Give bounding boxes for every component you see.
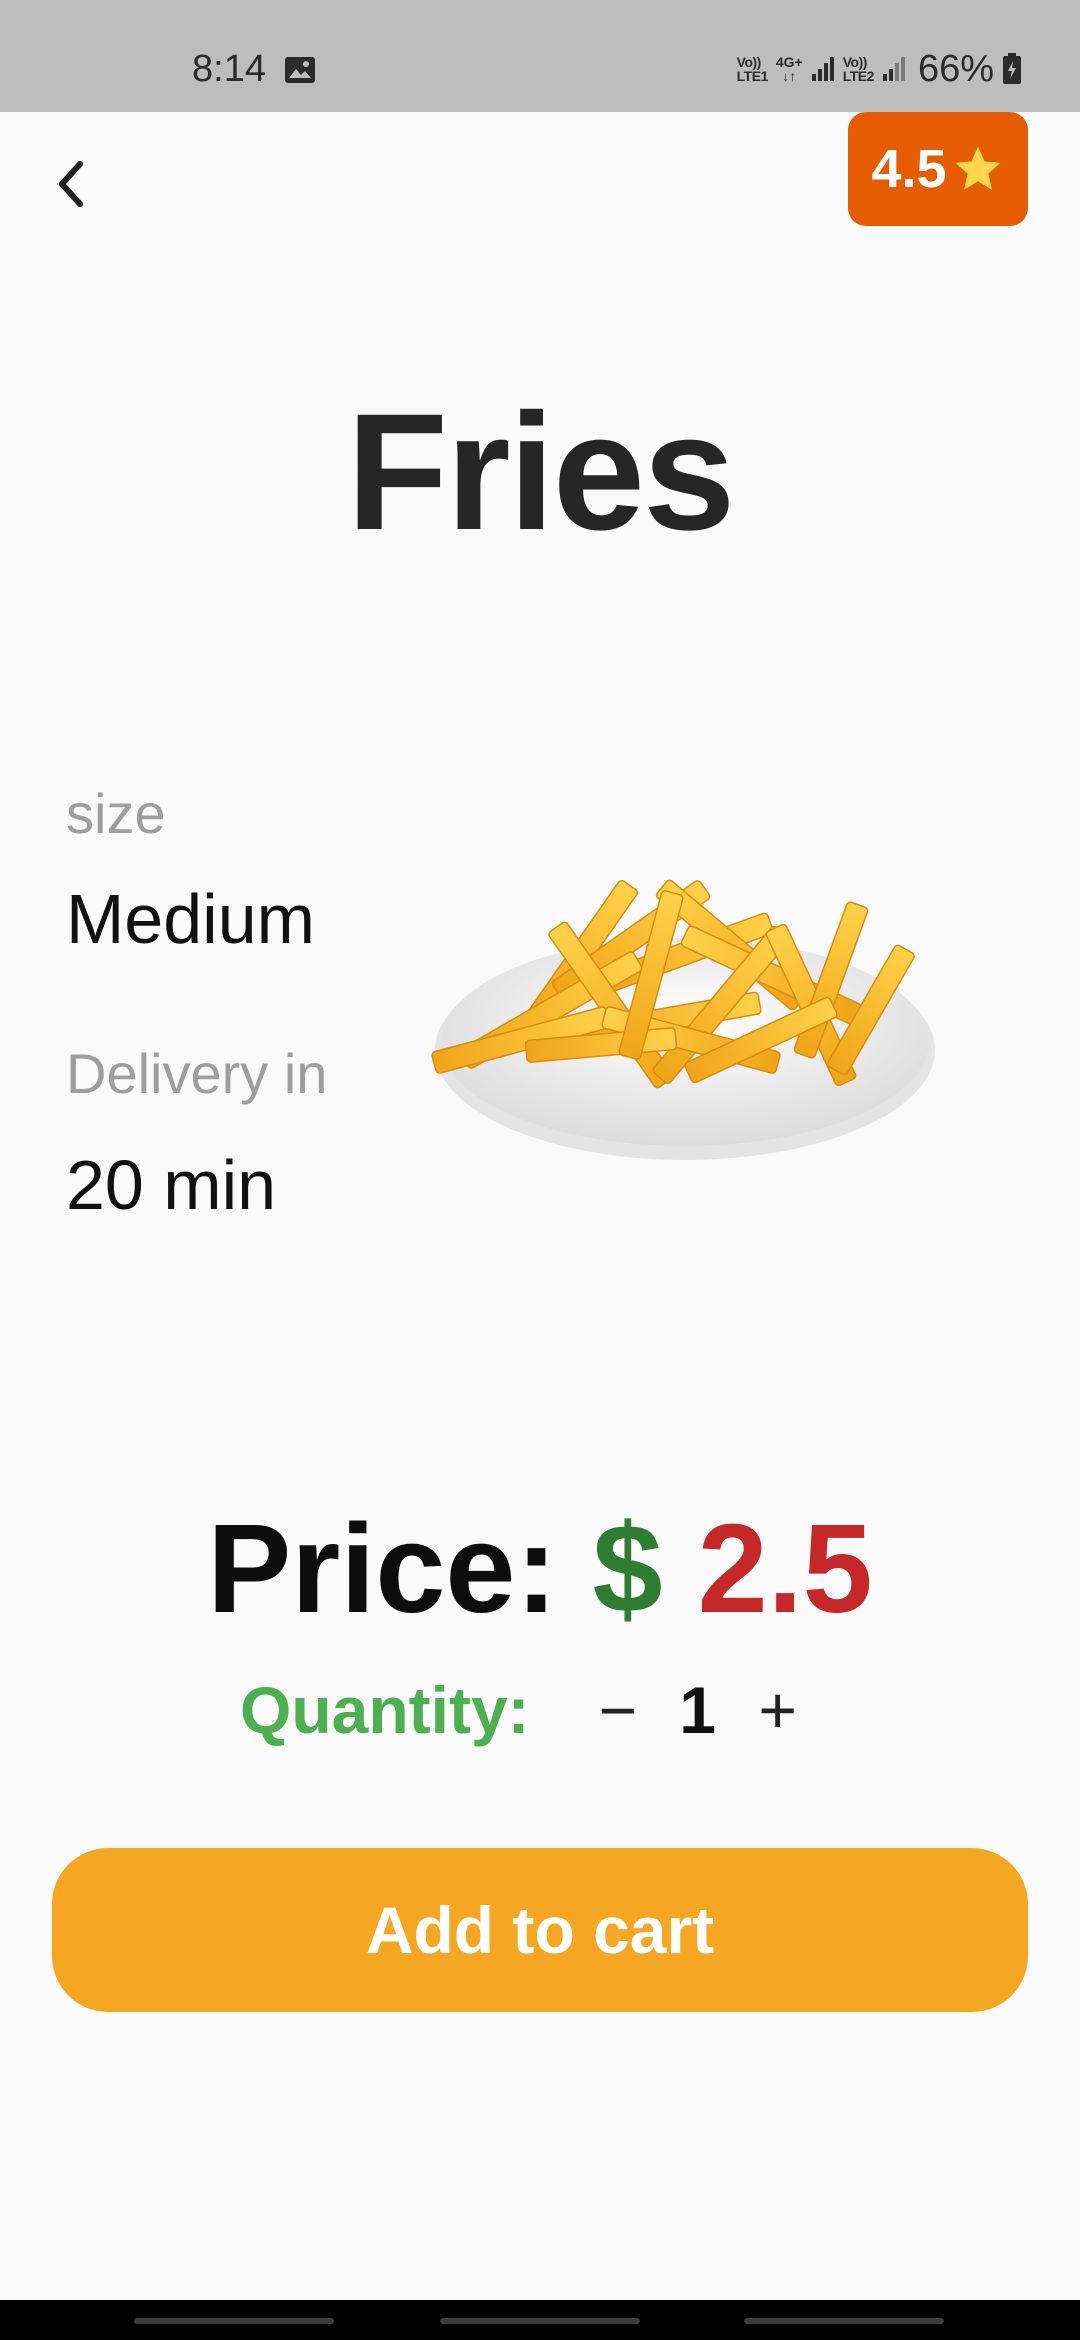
back-button[interactable] xyxy=(48,152,96,216)
sim2-indicator: Vo)) LTE2 xyxy=(842,54,875,84)
size-value: Medium xyxy=(66,880,315,958)
battery-charging-icon xyxy=(1003,53,1021,84)
decrement-button[interactable]: − xyxy=(588,1677,648,1743)
status-indicators: Vo)) LTE1 4G+ ↓↑ Vo)) LTE2 66% xyxy=(737,50,1022,88)
recents-nav-handle[interactable] xyxy=(134,2318,334,2324)
price-row: Price: $ 2.5 xyxy=(0,1506,1080,1632)
add-to-cart-label: Add to cart xyxy=(365,1893,715,1967)
add-to-cart-button[interactable]: Add to cart xyxy=(52,1848,1028,2012)
size-label: size xyxy=(66,782,166,845)
quantity-value: 1 xyxy=(679,1673,717,1747)
delivery-value: 20 min xyxy=(66,1146,277,1224)
quantity-label: Quantity: xyxy=(240,1673,530,1747)
increment-button[interactable]: + xyxy=(748,1677,808,1743)
rating-badge: 4.5 xyxy=(848,112,1028,226)
home-nav-handle[interactable] xyxy=(440,2318,640,2324)
gallery-icon xyxy=(285,57,315,83)
status-bar: 8:14 Vo)) LTE1 4G+ ↓↑ Vo)) LTE2 66% xyxy=(0,0,1080,112)
back-nav-handle[interactable] xyxy=(744,2318,944,2324)
status-time: 8:14 xyxy=(192,48,266,90)
chevron-left-icon xyxy=(59,161,83,207)
price-value: 2.5 xyxy=(697,1498,873,1639)
system-nav-bar xyxy=(0,2300,1080,2340)
product-title: Fries xyxy=(346,380,736,565)
delivery-label: Delivery in xyxy=(66,1042,328,1105)
rating-value: 4.5 xyxy=(871,139,947,199)
signal-icon xyxy=(882,57,905,81)
quantity-row: Quantity: − 1 + xyxy=(240,1670,808,1750)
sim1-indicator: Vo)) LTE1 xyxy=(736,54,769,84)
signal-icon xyxy=(811,57,834,81)
price-currency: $ xyxy=(592,1498,663,1639)
star-icon xyxy=(955,146,1001,190)
fries-image xyxy=(431,879,935,1160)
battery-percentage: 66% xyxy=(917,48,994,90)
price-label: Price: xyxy=(207,1498,558,1639)
network-type-indicator: 4G+ ↓↑ xyxy=(775,54,803,84)
